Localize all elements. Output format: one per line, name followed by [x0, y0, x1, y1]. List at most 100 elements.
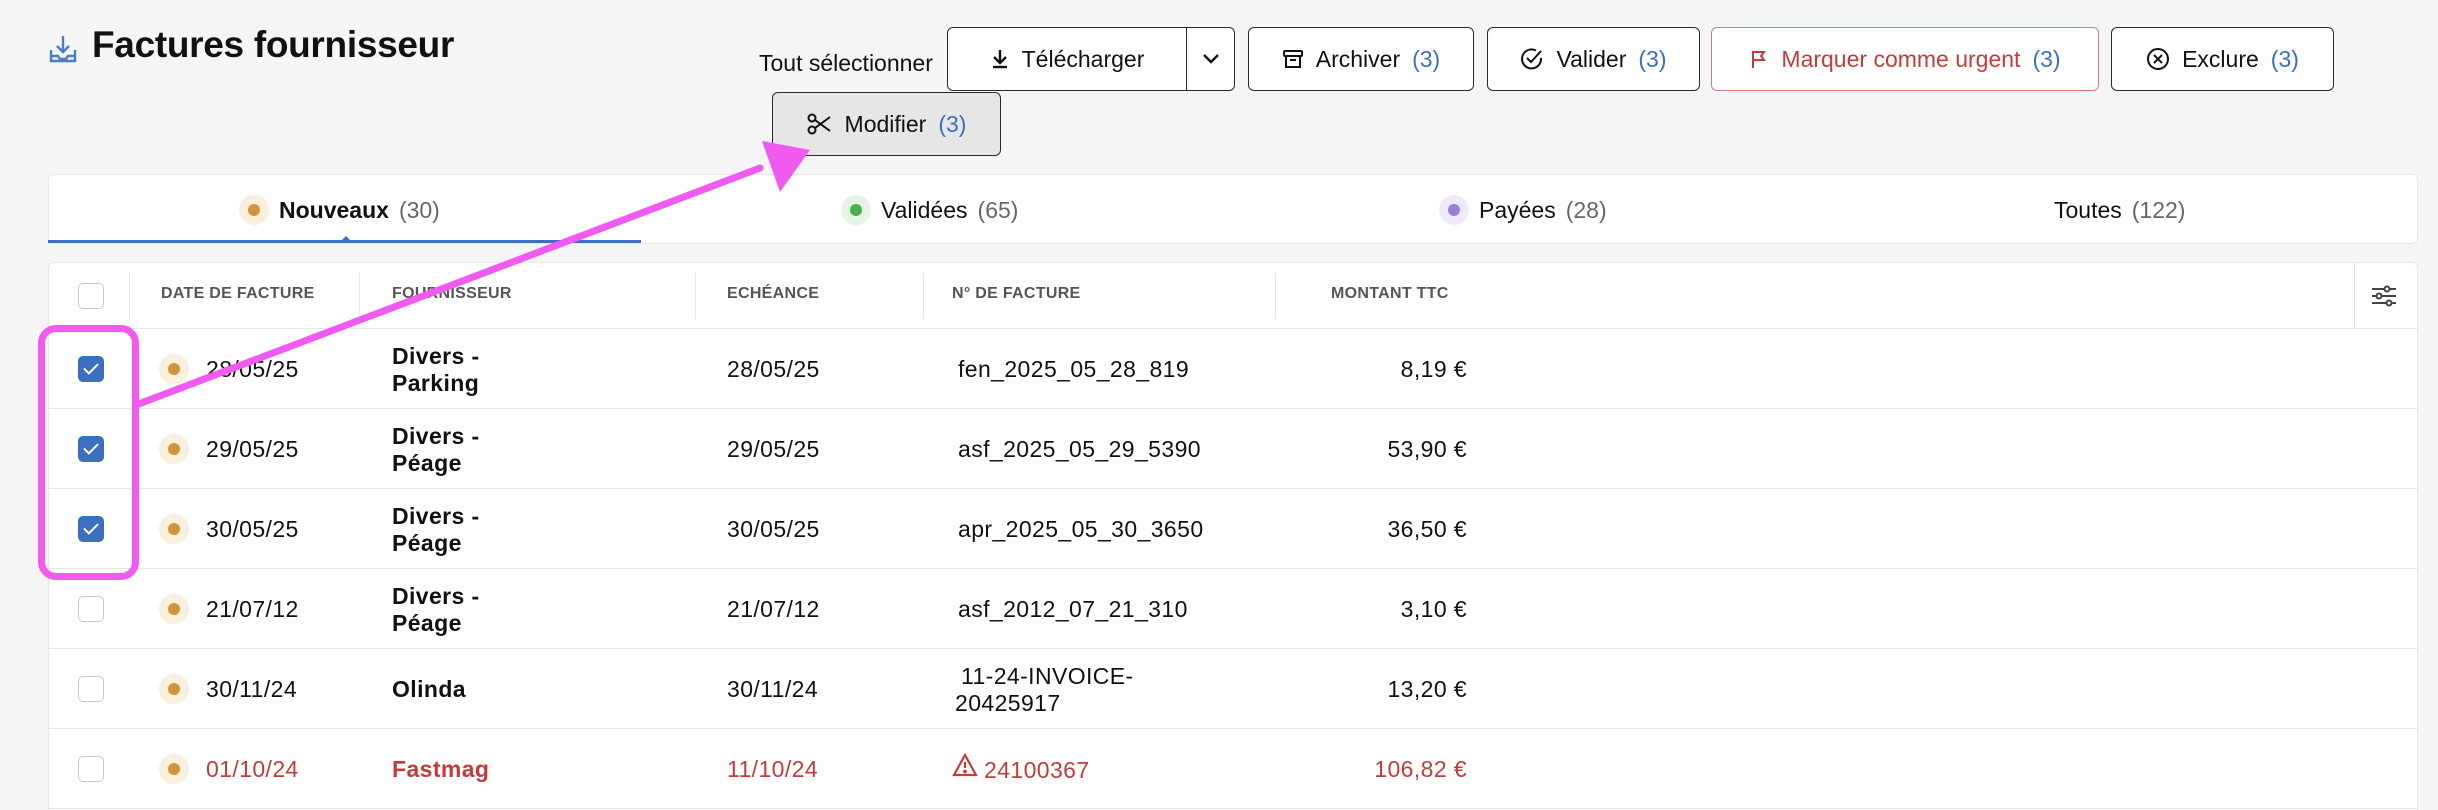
row-checkbox[interactable]	[78, 596, 104, 622]
modify-count: (3)	[938, 110, 967, 137]
table-header: DATE DE FACTURE FOURNISSEUR ECHÉANCE N° …	[49, 263, 2417, 329]
status-dot-icon	[1439, 195, 1469, 225]
tab-label: Toutes	[2054, 196, 2122, 223]
exclude-label: Exclure	[2182, 45, 2259, 72]
scissors-icon	[807, 113, 831, 135]
table-row[interactable]: 21/07/12 Divers - Péage 21/07/12 asf_2012…	[49, 569, 2417, 649]
status-dot-icon	[841, 195, 871, 225]
supplier-name: Fastmag	[392, 756, 490, 782]
download-button[interactable]: Télécharger	[947, 27, 1187, 91]
download-options-button[interactable]	[1186, 27, 1235, 91]
table-row[interactable]: 29/05/25 Divers - Péage 29/05/25 asf_2025…	[49, 409, 2417, 489]
invoice-number: asf_2012_07_21_310	[958, 596, 1188, 622]
column-divider	[923, 273, 924, 319]
supplier-name: Olinda	[392, 676, 466, 702]
due-date: 30/05/25	[727, 516, 820, 542]
column-header-invoice-number[interactable]: N° DE FACTURE	[952, 285, 1081, 303]
check-circle-icon	[1521, 48, 1543, 70]
column-header-supplier[interactable]: FOURNISSEUR	[392, 285, 512, 303]
status-dot-icon	[239, 195, 269, 225]
flag-icon	[1752, 51, 1767, 68]
table-row[interactable]: 01/10/24 Fastmag 11/10/24 24100367 106,8…	[49, 729, 2417, 809]
table-row[interactable]: 30/05/25 Divers - Péage 30/05/25 apr_2025…	[49, 489, 2417, 569]
tab-new[interactable]: Nouveaux (30)	[239, 175, 440, 245]
download-label: Télécharger	[1021, 45, 1145, 72]
validate-button[interactable]: Valider (3)	[1487, 27, 1700, 91]
tab-count: (28)	[1565, 196, 1607, 223]
status-dot-icon	[159, 594, 189, 624]
status-dot-icon	[159, 754, 189, 784]
modify-label: Modifier	[844, 110, 927, 137]
invoice-date: 01/10/24	[206, 756, 299, 782]
modify-button[interactable]: Modifier (3)	[772, 92, 1001, 156]
archive-icon	[1282, 50, 1303, 68]
due-date: 29/05/25	[727, 436, 820, 462]
supplier-name: Divers - Parking	[392, 343, 480, 396]
column-header-date[interactable]: DATE DE FACTURE	[161, 285, 315, 303]
due-date: 30/11/24	[727, 676, 819, 702]
x-circle-icon	[2147, 48, 2170, 70]
tab-validated[interactable]: Validées (65)	[841, 175, 1018, 245]
tab-label: Nouveaux	[279, 196, 389, 223]
column-divider	[359, 273, 360, 319]
row-checkbox[interactable]	[78, 676, 104, 702]
supplier-name: Divers - Péage	[392, 503, 480, 556]
row-checkbox[interactable]	[78, 756, 104, 782]
invoice-number: apr_2025_05_30_3650	[958, 516, 1204, 542]
status-tabs: Nouveaux (30) Validées (65) Payées (28) …	[48, 174, 2418, 244]
column-settings-icon[interactable]	[2369, 281, 2399, 311]
amount: 3,10 €	[1400, 596, 1467, 622]
column-divider	[1275, 273, 1276, 319]
column-divider	[695, 273, 696, 319]
page-title: Factures fournisseur	[92, 24, 455, 65]
archive-count: (3)	[1412, 45, 1441, 72]
invoice-number: fen_2025_05_28_819	[958, 356, 1190, 382]
amount: 36,50 €	[1387, 516, 1467, 542]
column-divider	[129, 273, 130, 319]
column-divider	[2354, 263, 2355, 329]
supplier-name: Divers - Péage	[392, 583, 480, 636]
table-row[interactable]: 30/11/24 Olinda 30/11/24 11-24-INVOICE- 2…	[49, 649, 2417, 729]
invoice-date: 30/05/25	[206, 516, 299, 542]
warning-icon	[952, 752, 978, 783]
amount: 53,90 €	[1387, 436, 1467, 462]
select-all-checkbox[interactable]	[78, 283, 104, 309]
mark-urgent-label: Marquer comme urgent	[1781, 45, 2021, 72]
amount: 8,19 €	[1400, 356, 1467, 382]
validate-count: (3)	[1638, 45, 1667, 72]
invoice-date: 30/11/24	[206, 676, 298, 702]
archive-button[interactable]: Archiver (3)	[1248, 27, 1474, 91]
due-date: 11/10/24	[727, 756, 819, 782]
column-header-amount[interactable]: MONTANT TTC	[1331, 285, 1449, 303]
column-header-due-date[interactable]: ECHÉANCE	[727, 285, 819, 303]
invoice-number: asf_2025_05_29_5390	[958, 436, 1201, 462]
amount: 13,20 €	[1387, 676, 1467, 702]
supplier-name: Divers - Péage	[392, 423, 480, 476]
exclude-count: (3)	[2270, 45, 2299, 72]
due-date: 21/07/12	[727, 596, 820, 622]
invoice-date: 21/07/12	[206, 596, 299, 622]
mark-urgent-count: (3)	[2032, 45, 2061, 72]
tab-all[interactable]: Toutes (122)	[2054, 175, 2185, 245]
status-dot-icon	[159, 354, 189, 384]
tab-count: (122)	[2131, 196, 2186, 223]
table-row[interactable]: 28/05/25 Divers - Parking 28/05/25 fen_20…	[49, 329, 2417, 409]
invoice-number: 11-24-INVOICE- 20425917	[955, 663, 1134, 716]
select-all-link[interactable]: Tout sélectionner	[759, 50, 933, 77]
active-tab-notch	[340, 236, 352, 242]
exclude-button[interactable]: Exclure (3)	[2111, 27, 2334, 91]
status-dot-icon	[159, 514, 189, 544]
invoice-date: 28/05/25	[206, 356, 299, 382]
archive-label: Archiver	[1315, 45, 1401, 72]
validate-label: Valider	[1556, 45, 1627, 72]
invoice-date: 29/05/25	[206, 436, 299, 462]
tab-paid[interactable]: Payées (28)	[1439, 175, 1607, 245]
chevron-down-icon	[1202, 54, 1219, 64]
mark-urgent-button[interactable]: Marquer comme urgent (3)	[1711, 27, 2099, 91]
tab-label: Validées	[881, 196, 968, 223]
tab-count: (30)	[398, 196, 440, 223]
status-dot-icon	[159, 434, 189, 464]
invoice-number: 24100367	[984, 757, 1090, 783]
tab-label: Payées	[1479, 196, 1556, 223]
due-date: 28/05/25	[727, 356, 820, 382]
